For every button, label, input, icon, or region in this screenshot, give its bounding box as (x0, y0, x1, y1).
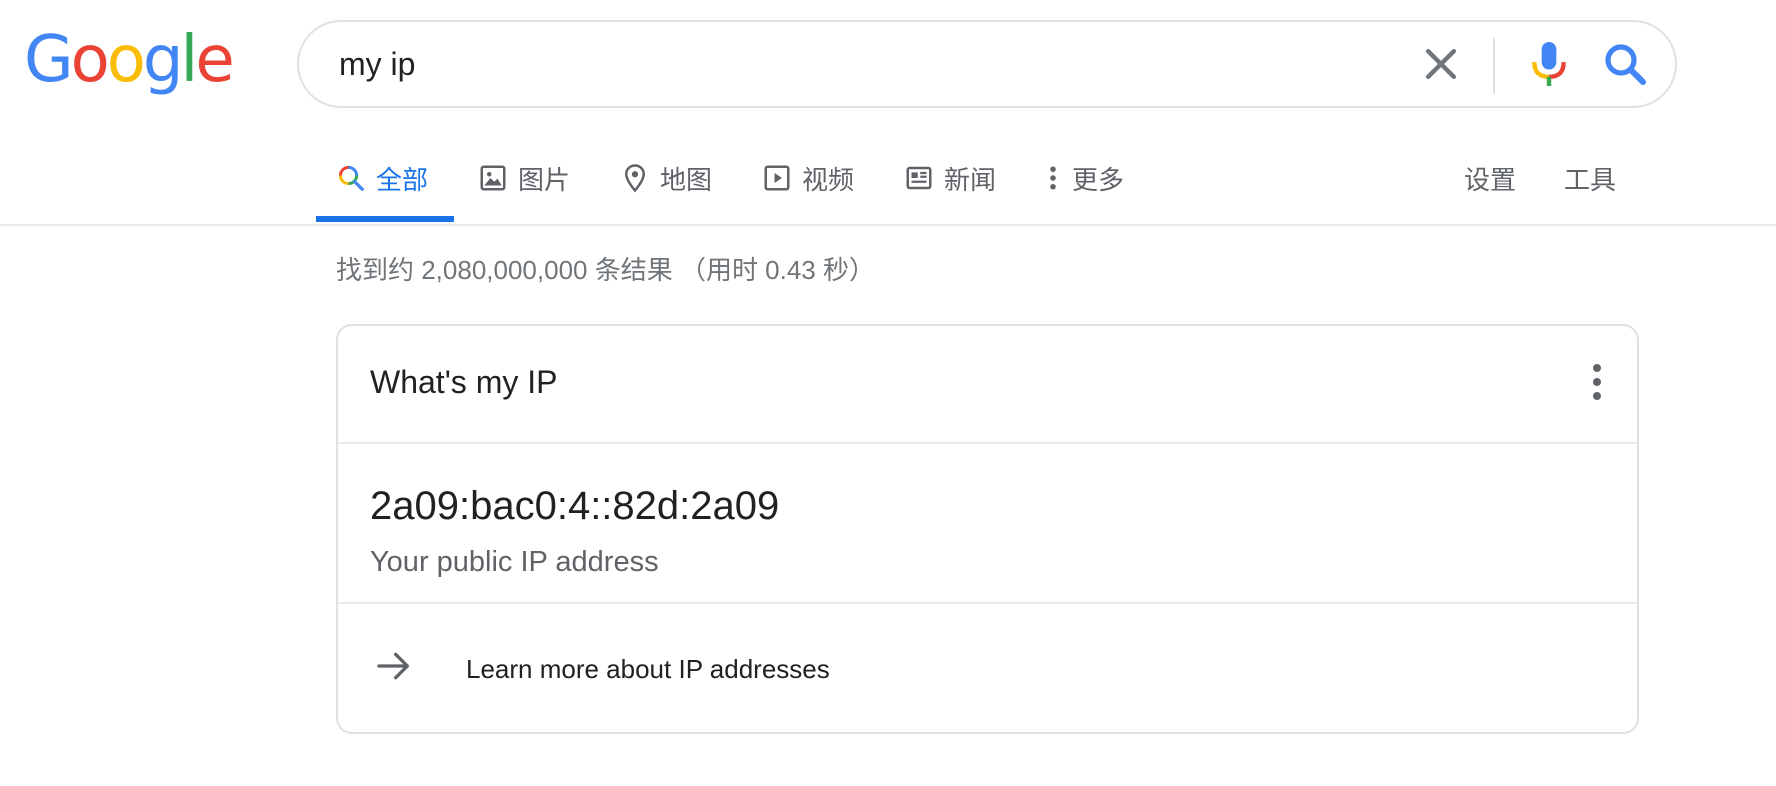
tab-label: 图片 (518, 164, 571, 195)
search-input[interactable]: my ip (339, 22, 415, 106)
clear-search-button[interactable] (1419, 42, 1463, 86)
logo-letter: o (70, 23, 110, 97)
image-icon (480, 165, 506, 191)
active-tab-indicator (316, 216, 454, 222)
learn-more-label: Learn more about IP addresses (466, 654, 830, 684)
tab-label: 新闻 (944, 164, 997, 195)
tab-label: 更多 (1072, 164, 1125, 195)
logo-letter: l (180, 23, 199, 97)
card-header: What's my IP (338, 326, 1637, 444)
search-box[interactable]: my ip (297, 20, 1677, 108)
voice-search-button[interactable] (1527, 38, 1571, 90)
logo-letter: o (106, 23, 146, 97)
tab-all[interactable]: 全部 (336, 160, 428, 196)
tab-more[interactable]: 更多 (1044, 160, 1124, 196)
tab-news[interactable]: 新闻 (904, 160, 996, 196)
search-icon (1605, 44, 1646, 85)
microphone-icon (1532, 42, 1566, 86)
tab-images[interactable]: 图片 (478, 160, 570, 196)
more-vert-icon (1593, 364, 1601, 400)
play-icon (764, 165, 790, 191)
search-button[interactable] (1601, 40, 1649, 88)
search-tabs: 全部 图片 地图 视频 新闻 更多 设置 工具 (0, 148, 1776, 226)
tab-videos[interactable]: 视频 (762, 160, 854, 196)
tab-label: 全部 (376, 164, 429, 195)
logo-letter: g (142, 23, 184, 97)
tools-link[interactable]: 工具 (1564, 160, 1616, 196)
ip-caption: Your public IP address (370, 546, 659, 578)
more-vert-icon (1050, 166, 1056, 190)
logo-letter: e (195, 23, 234, 97)
google-logo[interactable]: Google (24, 23, 235, 97)
tab-label: 视频 (802, 164, 855, 195)
card-more-button[interactable] (1585, 362, 1609, 402)
result-stats: 找到约 2,080,000,000 条结果 （用时 0.43 秒） (336, 255, 875, 285)
tab-maps[interactable]: 地图 (620, 160, 712, 196)
arrow-right-icon (377, 652, 409, 680)
ip-section: 2a09:bac0:4::82d:2a09 Your public IP add… (338, 444, 1637, 604)
ip-address: 2a09:bac0:4::82d:2a09 (370, 484, 780, 528)
learn-more-link[interactable]: Learn more about IP addresses (338, 604, 1637, 734)
search-divider (1493, 38, 1495, 94)
tab-label: 地图 (660, 164, 713, 195)
map-pin-icon (624, 164, 646, 193)
close-icon (1425, 48, 1457, 80)
logo-letter: G (24, 23, 74, 97)
news-icon (906, 166, 932, 190)
ip-answer-card: What's my IP 2a09:bac0:4::82d:2a09 Your … (336, 324, 1639, 734)
search-icon (338, 165, 364, 191)
settings-link[interactable]: 设置 (1464, 160, 1516, 196)
card-title: What's my IP (370, 364, 558, 400)
